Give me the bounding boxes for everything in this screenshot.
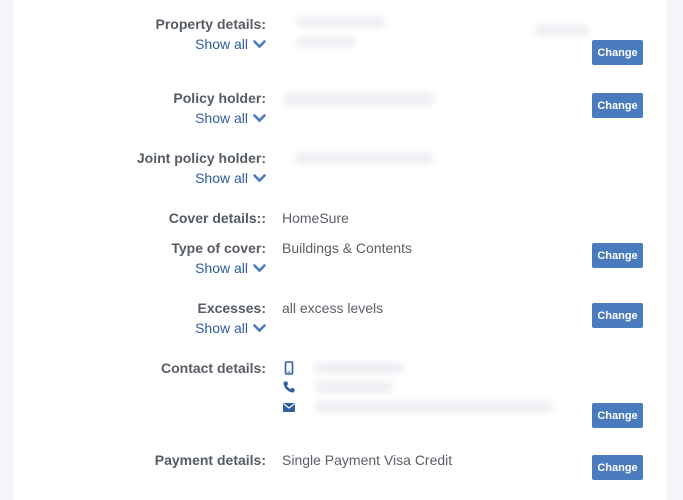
payment-details-label: Payment details: bbox=[154, 452, 266, 468]
policy-holder-show-all-link[interactable]: Show all bbox=[195, 110, 266, 126]
change-policy-holder-button[interactable]: Change bbox=[592, 93, 643, 118]
property-details-label: Property details: bbox=[155, 16, 266, 32]
redacted-text bbox=[284, 92, 434, 106]
chevron-down-icon bbox=[253, 263, 266, 272]
chevron-down-icon bbox=[253, 173, 266, 182]
show-all-text: Show all bbox=[195, 260, 248, 276]
policy-summary-panel: Property details: Show all Change Policy… bbox=[14, 0, 666, 500]
joint-holder-show-all-link[interactable]: Show all bbox=[195, 170, 266, 186]
mobile-icon bbox=[284, 361, 294, 375]
redacted-text bbox=[534, 24, 589, 36]
cover-details-value: HomeSure bbox=[282, 210, 349, 226]
type-of-cover-label: Type of cover: bbox=[171, 240, 266, 256]
change-excesses-button[interactable]: Change bbox=[592, 303, 643, 328]
show-all-text: Show all bbox=[195, 320, 248, 336]
change-contact-details-button[interactable]: Change bbox=[592, 403, 643, 428]
redacted-text bbox=[294, 152, 434, 164]
payment-details-value: Single Payment Visa Credit bbox=[282, 452, 453, 468]
type-of-cover-show-all-link[interactable]: Show all bbox=[195, 260, 266, 276]
excesses-label: Excesses: bbox=[197, 300, 266, 316]
chevron-down-icon bbox=[253, 113, 266, 122]
joint-policy-holder-label: Joint policy holder: bbox=[136, 150, 266, 166]
redacted-text bbox=[296, 16, 386, 28]
envelope-icon bbox=[283, 403, 295, 412]
contact-details-label: Contact details: bbox=[160, 360, 266, 376]
show-all-text: Show all bbox=[195, 36, 248, 52]
cover-details-label: Cover details:: bbox=[168, 210, 266, 226]
policy-holder-label: Policy holder: bbox=[173, 90, 266, 106]
show-all-text: Show all bbox=[195, 170, 248, 186]
redacted-text bbox=[314, 381, 394, 393]
type-of-cover-value: Buildings & Contents bbox=[282, 240, 412, 256]
redacted-text bbox=[314, 401, 554, 413]
redacted-text bbox=[296, 36, 356, 48]
excesses-value: all excess levels bbox=[282, 300, 384, 316]
property-show-all-link[interactable]: Show all bbox=[195, 36, 266, 52]
change-type-of-cover-button[interactable]: Change bbox=[592, 243, 643, 268]
phone-icon bbox=[283, 381, 295, 393]
redacted-text bbox=[314, 362, 404, 374]
excesses-show-all-link[interactable]: Show all bbox=[195, 320, 266, 336]
chevron-down-icon bbox=[253, 323, 266, 332]
change-property-button[interactable]: Change bbox=[592, 40, 643, 65]
show-all-text: Show all bbox=[195, 110, 248, 126]
change-payment-details-button[interactable]: Change bbox=[592, 455, 643, 480]
chevron-down-icon bbox=[253, 39, 266, 48]
